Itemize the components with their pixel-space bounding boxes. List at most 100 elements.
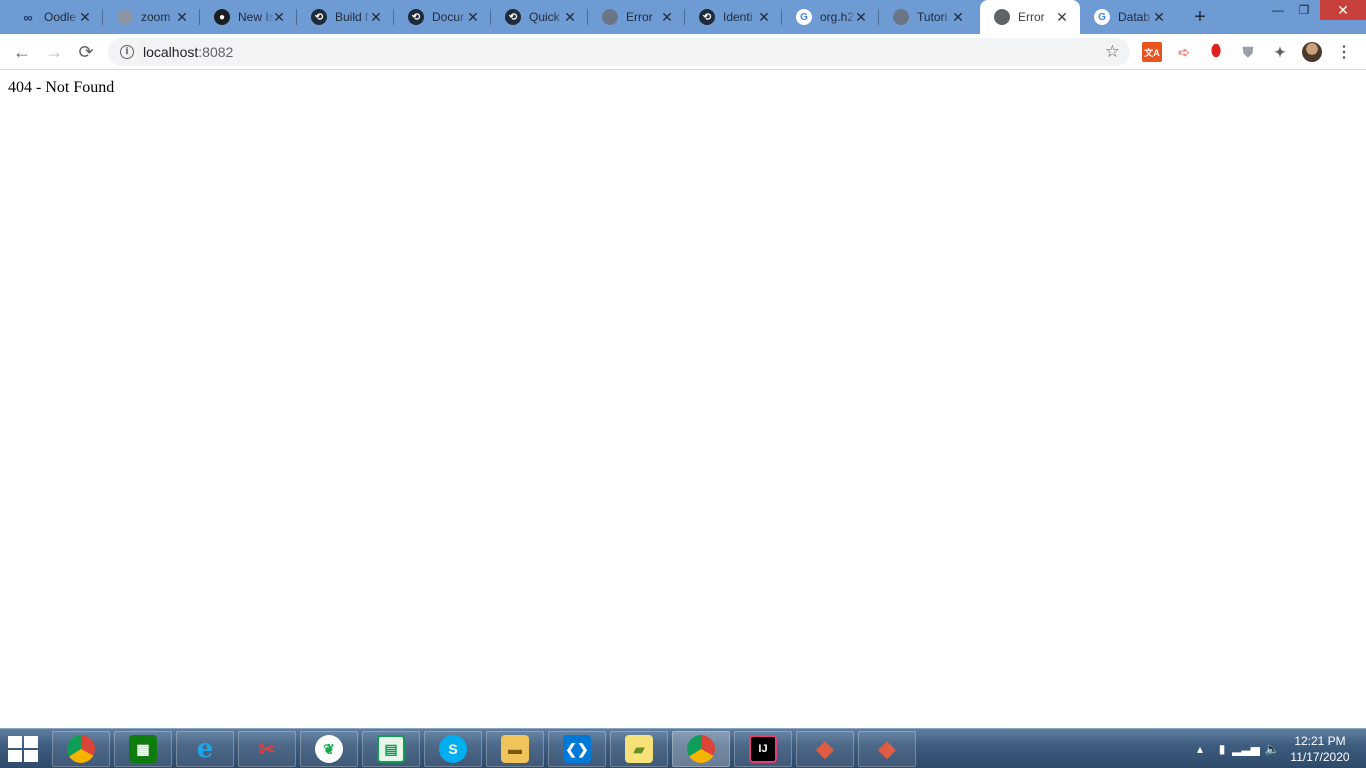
git-icon: ◆ [878, 736, 896, 761]
tab-close-icon[interactable]: ✕ [950, 9, 966, 25]
skype-icon: S [439, 735, 467, 763]
tab-close-icon[interactable]: ✕ [756, 9, 772, 25]
restore-button[interactable]: ❐ [1290, 0, 1318, 20]
tab-close-icon[interactable]: ✕ [1054, 9, 1070, 25]
spreadsheet-icon: ▤ [377, 735, 405, 763]
taskbar-file-explorer[interactable]: ▬ [486, 731, 544, 767]
puzzle-icon[interactable]: ✦ [1270, 42, 1290, 62]
globe-icon [893, 9, 909, 25]
gatsby-icon: ⟲ [699, 9, 715, 25]
tab-title: Oodle [44, 10, 77, 24]
tab-close-icon[interactable]: ✕ [368, 9, 384, 25]
tab-error-1[interactable]: Error ✕ [588, 0, 685, 34]
tab-new-issue[interactable]: ● New Is ✕ [200, 0, 297, 34]
tab-title: Tutori [917, 10, 948, 24]
translate-icon[interactable]: 文A [1142, 42, 1162, 62]
tab-docs[interactable]: ⟲ Docur ✕ [394, 0, 491, 34]
globe-icon [994, 9, 1010, 25]
info-icon[interactable]: i [120, 45, 134, 59]
battery-icon[interactable]: ▮ [1214, 741, 1230, 757]
error-message: 404 - Not Found [8, 79, 115, 96]
tab-title: Build f [335, 10, 369, 24]
taskbar-sticky-notes[interactable]: ▰ [610, 731, 668, 767]
taskbar-spreadsheet[interactable]: ▤ [362, 731, 420, 767]
taskbar-store[interactable]: ▦ [114, 731, 172, 767]
taskbar-chrome-active[interactable] [672, 731, 730, 767]
tab-strip: ∞ Oodle ✕ zoom ✕ ● New Is ✕ ⟲ Build f ✕ … [0, 0, 1366, 34]
gatsby-icon: ⟲ [311, 9, 327, 25]
mongodb-leaf-icon: ❦ [315, 735, 343, 763]
folder-icon: ▬ [501, 735, 529, 763]
gatsby-icon: ⟲ [505, 9, 521, 25]
taskbar-clock[interactable]: 12:21 PM 11/17/2020 [1288, 733, 1352, 765]
tab-title: Error [626, 10, 653, 24]
minimize-button[interactable]: — [1264, 0, 1292, 20]
intellij-icon: IJ [749, 735, 777, 763]
tab-close-icon[interactable]: ✕ [174, 9, 190, 25]
start-button[interactable] [8, 736, 38, 762]
page-content: 404 - Not Found [0, 71, 1366, 728]
windows-taskbar: ▦ e ✂ ❦ ▤ S ▬ ❮❯ ▰ IJ ◆ ◆ ▴ ▮ ▂▃▅ 🔈 12:2… [0, 728, 1366, 768]
pointer-icon[interactable]: ➪ [1174, 42, 1194, 62]
tab-org-h2[interactable]: G org.h2 ✕ [782, 0, 879, 34]
link-icon: ∞ [23, 9, 33, 25]
taskbar-intellij[interactable]: IJ [734, 731, 792, 767]
gatsby-icon: ⟲ [408, 9, 424, 25]
sticky-note-icon: ▰ [625, 735, 653, 763]
tab-close-icon[interactable]: ✕ [271, 9, 287, 25]
tab-close-icon[interactable]: ✕ [77, 9, 93, 25]
chrome-icon [687, 735, 715, 763]
clock-time: 12:21 PM [1294, 734, 1346, 748]
vscode-icon: ❮❯ [563, 735, 591, 763]
new-tab-button[interactable]: + [1188, 5, 1212, 29]
tab-build[interactable]: ⟲ Build f ✕ [297, 0, 394, 34]
taskbar-git-gui-2[interactable]: ◆ [858, 731, 916, 767]
tab-quick[interactable]: ⟲ Quick ✕ [491, 0, 588, 34]
tab-error-active[interactable]: Error ✕ [980, 0, 1080, 34]
tab-title: Error [1018, 10, 1045, 24]
clock-date: 11/17/2020 [1290, 750, 1350, 764]
taskbar-vscode[interactable]: ❮❯ [548, 731, 606, 767]
taskbar-internet-explorer[interactable]: e [176, 731, 234, 767]
forward-button[interactable]: → [42, 40, 66, 64]
tab-close-icon[interactable]: ✕ [465, 9, 481, 25]
ie-icon: e [196, 734, 214, 764]
tab-tutorial[interactable]: Tutori ✕ [879, 0, 976, 34]
browser-toolbar: ← → ⟳ i localhost:8082 ☆ 文A ➪ ⬮ ⛊ ✦ ⋮ [0, 34, 1366, 70]
tab-close-icon[interactable]: ✕ [1151, 9, 1167, 25]
menu-icon[interactable]: ⋮ [1334, 42, 1354, 62]
github-icon: ● [214, 9, 230, 25]
volume-icon[interactable]: 🔈 [1264, 741, 1280, 757]
tab-database[interactable]: G Datab ✕ [1080, 0, 1177, 34]
tab-identity[interactable]: ⟲ Identi ✕ [685, 0, 782, 34]
tab-close-icon[interactable]: ✕ [562, 9, 578, 25]
shield-icon[interactable]: ⛊ [1238, 42, 1258, 62]
close-window-button[interactable]: ✕ [1320, 0, 1366, 20]
bookmark-star-icon[interactable]: ☆ [1105, 42, 1120, 62]
tab-zoom[interactable]: zoom ✕ [103, 0, 200, 34]
profile-avatar[interactable] [1302, 42, 1322, 62]
network-icon[interactable]: ▂▃▅ [1232, 741, 1260, 757]
tab-title: Docur [432, 10, 465, 24]
globe-icon [117, 9, 133, 25]
tab-title: New Is [238, 10, 274, 24]
taskbar-skype[interactable]: S [424, 731, 482, 767]
tab-oodle[interactable]: ∞ Oodle ✕ [6, 0, 103, 34]
taskbar-snipping-tool[interactable]: ✂ [238, 731, 296, 767]
taskbar-chrome[interactable] [52, 731, 110, 767]
chrome-icon [67, 735, 95, 763]
show-hidden-icons[interactable]: ▴ [1192, 741, 1208, 757]
taskbar-git-gui-1[interactable]: ◆ [796, 731, 854, 767]
google-icon: G [1094, 9, 1110, 25]
opera-icon[interactable]: ⬮ [1206, 42, 1226, 62]
tab-close-icon[interactable]: ✕ [659, 9, 675, 25]
scissors-icon: ✂ [258, 738, 276, 761]
taskbar-mongodb[interactable]: ❦ [300, 731, 358, 767]
store-icon: ▦ [129, 735, 157, 763]
back-button[interactable]: ← [10, 40, 34, 64]
address-bar[interactable]: i localhost:8082 ☆ [108, 38, 1130, 66]
reload-button[interactable]: ⟳ [74, 40, 98, 64]
globe-icon [602, 9, 618, 25]
tab-close-icon[interactable]: ✕ [853, 9, 869, 25]
tab-title: Identi [723, 10, 753, 24]
